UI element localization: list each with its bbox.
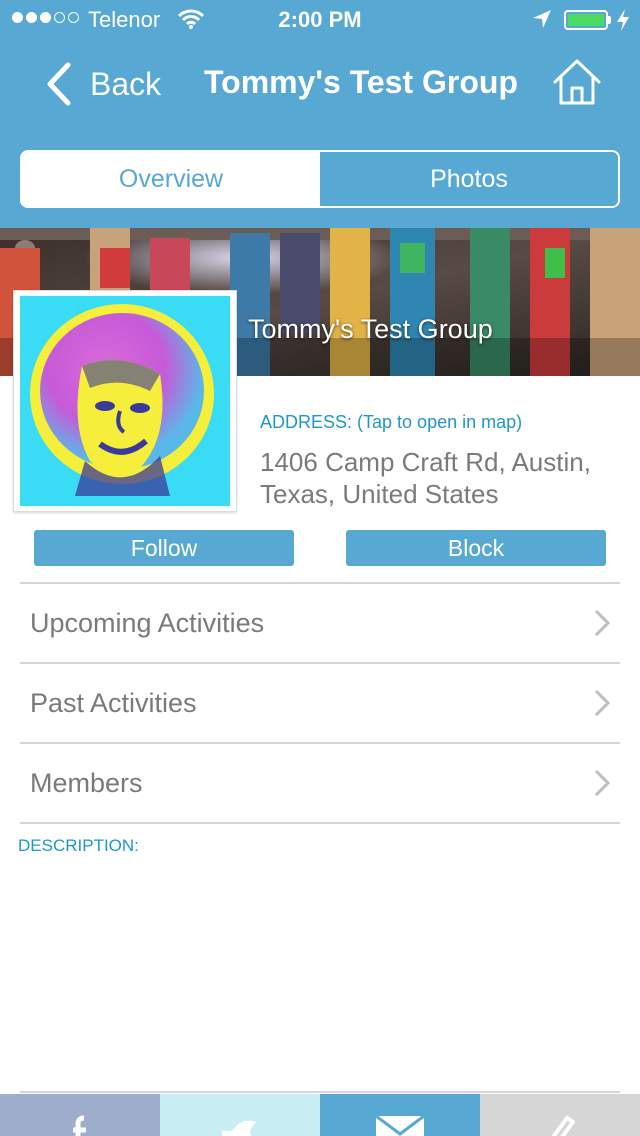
- home-icon: [553, 59, 601, 105]
- menu-item-past-activities[interactable]: Past Activities: [20, 662, 620, 742]
- mail-icon: [375, 1114, 425, 1136]
- address-value[interactable]: 1406 Camp Craft Rd, Austin, Texas, Unite…: [260, 446, 630, 510]
- follow-button[interactable]: Follow: [34, 530, 294, 566]
- group-name-overlay: Tommy's Test Group: [248, 314, 493, 344]
- share-facebook-button[interactable]: [0, 1094, 160, 1136]
- segmented-control: Overview Photos: [20, 150, 620, 208]
- facebook-icon: [73, 1115, 86, 1136]
- twitter-icon: [222, 1120, 256, 1136]
- group-menu: Upcoming Activities Past Activities Memb…: [20, 582, 620, 824]
- chevron-right-icon: [594, 689, 610, 717]
- battery-cap: [608, 16, 611, 24]
- group-avatar: [13, 290, 237, 512]
- chevron-left-icon: [47, 62, 71, 106]
- status-bar: Telenor 2:00 PM: [0, 0, 640, 40]
- back-button[interactable]: Back: [44, 62, 161, 106]
- divider: [20, 1091, 620, 1093]
- menu-item-label: Upcoming Activities: [30, 607, 265, 638]
- menu-item-members[interactable]: Members: [20, 742, 620, 824]
- location-arrow-icon: [533, 10, 551, 28]
- chevron-right-icon: [594, 769, 610, 797]
- block-button[interactable]: Block: [346, 530, 606, 566]
- header: Telenor 2:00 PM Back Tommy's Test Group: [0, 0, 640, 228]
- address-label[interactable]: ADDRESS: (Tap to open in map): [260, 412, 522, 433]
- home-button[interactable]: [552, 58, 602, 111]
- pencil-icon: [551, 1115, 575, 1136]
- page-title: Tommy's Test Group: [203, 64, 518, 100]
- menu-item-label: Past Activities: [30, 687, 197, 718]
- share-note-button[interactable]: [480, 1094, 640, 1136]
- chevron-right-icon: [594, 609, 610, 637]
- navigation-bar: Back Tommy's Test Group: [0, 40, 640, 128]
- menu-item-upcoming-activities[interactable]: Upcoming Activities: [20, 582, 620, 662]
- share-email-button[interactable]: [320, 1094, 480, 1136]
- tab-overview[interactable]: Overview: [22, 152, 320, 206]
- share-bar: [0, 1094, 640, 1136]
- menu-item-label: Members: [30, 767, 143, 798]
- battery-icon: [564, 10, 608, 30]
- charging-bolt-icon: [617, 9, 629, 31]
- share-twitter-button[interactable]: [160, 1094, 320, 1136]
- avatar-image: [20, 296, 230, 506]
- back-label: Back: [90, 65, 162, 102]
- tab-photos[interactable]: Photos: [320, 152, 618, 206]
- description-label: DESCRIPTION:: [18, 836, 139, 855]
